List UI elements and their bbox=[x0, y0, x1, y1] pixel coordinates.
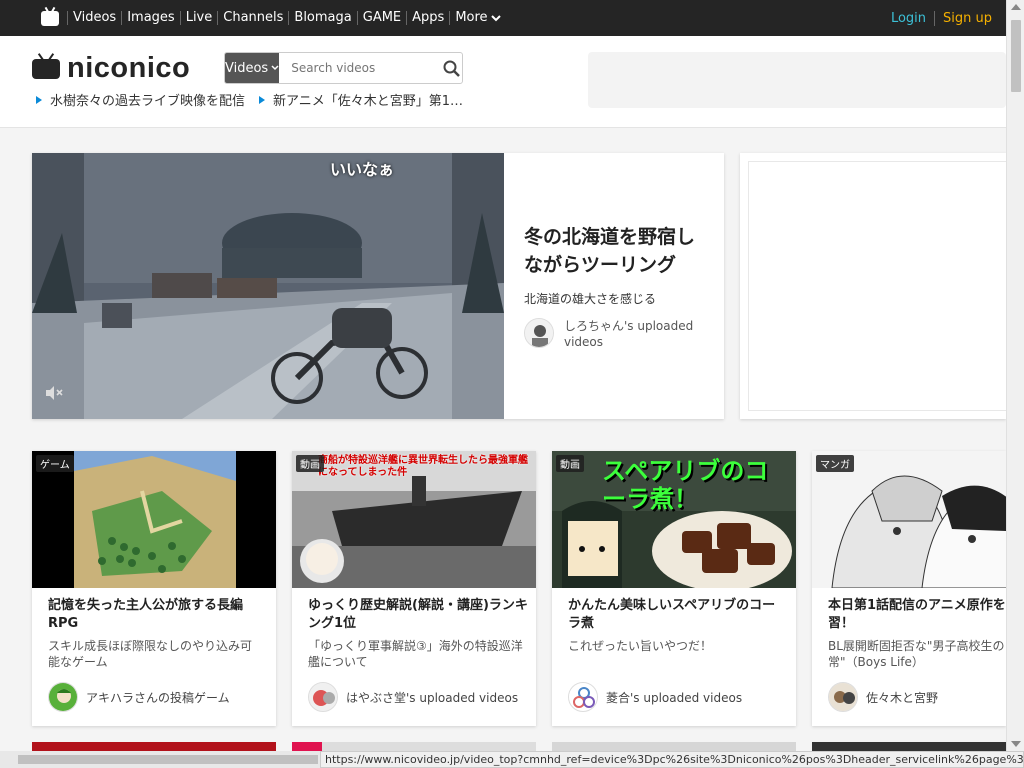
card-uploader[interactable]: 菱合's uploaded videos bbox=[568, 682, 742, 712]
nav-blomaga[interactable]: Blomaga bbox=[288, 11, 356, 25]
category-tag: ゲーム bbox=[36, 455, 74, 472]
card-uploader[interactable]: アキハラさんの投稿ゲーム bbox=[48, 682, 230, 712]
uploader-name: しろちゃん's uploaded videos bbox=[564, 319, 694, 349]
video-card[interactable]: 商船が特設巡洋艦に異世界転生したら最強軍艦になってしまった件 動画 ゆっくり歴史… bbox=[292, 451, 536, 726]
header-ad-area bbox=[588, 52, 1006, 108]
card-description: これぜったい旨いやつだ！ bbox=[568, 639, 713, 653]
avatar bbox=[524, 318, 554, 348]
card-uploader[interactable]: はやぶさ堂's uploaded videos bbox=[308, 682, 518, 712]
status-bar-url: https://www.nicovideo.jp/video_top?cmnhd… bbox=[320, 751, 1024, 768]
news-item[interactable]: 水樹奈々の過去ライブ映像を配信 bbox=[36, 90, 245, 109]
chevron-down-icon bbox=[271, 65, 279, 71]
search-type-select[interactable]: Videos bbox=[225, 53, 280, 83]
news-ticker: 水樹奈々の過去ライブ映像を配信 新アニメ「佐々木と宮野」第1… bbox=[36, 90, 463, 109]
card-thumbnail[interactable]: 商船が特設巡洋艦に異世界転生したら最強軍艦になってしまった件 動画 bbox=[292, 451, 536, 588]
scroll-up-icon[interactable] bbox=[1011, 4, 1021, 10]
account-links: Login Sign up bbox=[891, 10, 992, 26]
chevron-down-icon bbox=[490, 15, 501, 22]
card-thumbnail[interactable]: マンガ bbox=[812, 451, 1006, 588]
thumbnail-caption: スペアリブのコーラ煮！ bbox=[602, 457, 769, 513]
site-header: niconico Videos 水樹奈々の過去ライブ映像を配信 新アニメ「佐々木… bbox=[0, 36, 1006, 128]
triangle-bullet-icon bbox=[259, 95, 266, 104]
card-thumbnail[interactable]: スペアリブのコーラ煮！ 動画 bbox=[552, 451, 796, 588]
card-description: 「ゆっくり軍事解説③」海外の特設巡洋艦について bbox=[308, 639, 523, 669]
triangle-bullet-icon bbox=[36, 95, 42, 104]
winter-road-image bbox=[32, 153, 504, 419]
category-tag: 動画 bbox=[556, 455, 584, 472]
news-text: 水樹奈々の過去ライブ映像を配信 bbox=[50, 94, 246, 109]
news-text: 新アニメ「佐々木と宮野」第1… bbox=[273, 94, 464, 109]
featured-uploader[interactable]: しろちゃん's uploaded videos bbox=[524, 318, 714, 350]
horizontal-scrollbar[interactable] bbox=[0, 751, 320, 768]
nav-channels[interactable]: Channels bbox=[217, 11, 288, 25]
nav-more-label: More bbox=[455, 10, 488, 25]
video-comment-overlay: いいなぁ bbox=[330, 160, 395, 179]
card-title[interactable]: かんたん美味しいスペアリブのコーラ煮 bbox=[568, 597, 788, 633]
card-description: スキル成長ほぼ際限なしのやり込み可能なゲーム bbox=[48, 639, 253, 669]
vertical-scrollbar[interactable] bbox=[1006, 0, 1024, 751]
search-icon bbox=[443, 60, 460, 77]
mute-icon[interactable] bbox=[44, 385, 64, 405]
logo-text: niconico bbox=[67, 52, 191, 84]
search-bar: Videos bbox=[224, 52, 463, 84]
niconico-home-icon[interactable] bbox=[41, 10, 59, 26]
card-title[interactable]: 本日第1話配信のアニメ原作を予習！ bbox=[828, 597, 1006, 633]
uploader-name: 菱合's uploaded videos bbox=[606, 690, 743, 705]
card-thumbnail[interactable]: ゲーム bbox=[32, 451, 276, 588]
video-card[interactable]: ゲーム 記憶を失った主人公が旅する長編RPG スキル成長ほぼ際限なしのやり込み可… bbox=[32, 451, 276, 726]
uploader-name: はやぶさ堂's uploaded videos bbox=[346, 690, 519, 705]
search-button[interactable] bbox=[441, 53, 462, 83]
uploader-name: アキハラさんの投稿ゲーム bbox=[86, 690, 230, 705]
uploader-name: 佐々木と宮野 bbox=[866, 690, 939, 705]
signup-link[interactable]: Sign up bbox=[935, 11, 992, 26]
avatar bbox=[828, 682, 858, 712]
video-card[interactable]: マンガ 本日第1話配信のアニメ原作を予習！ BL展開断固拒否な"男子高校生の日常… bbox=[812, 451, 1006, 726]
avatar bbox=[48, 682, 78, 712]
news-item[interactable]: 新アニメ「佐々木と宮野」第1… bbox=[259, 90, 463, 109]
video-card[interactable]: スペアリブのコーラ煮！ 動画 かんたん美味しいスペアリブのコーラ煮 これぜったい… bbox=[552, 451, 796, 726]
nav-images[interactable]: Images bbox=[121, 11, 180, 25]
nav-game[interactable]: GAME bbox=[356, 11, 406, 25]
featured-video[interactable]: いいなぁ 冬の北海道を野宿しながらツーリング 北海道の雄大さを感じる しろちゃん… bbox=[32, 153, 724, 419]
site-logo[interactable]: niconico bbox=[32, 52, 190, 85]
nav-live[interactable]: Live bbox=[179, 11, 218, 25]
featured-video-player[interactable]: いいなぁ bbox=[32, 153, 504, 419]
category-tag: 動画 bbox=[296, 455, 324, 472]
search-type-label: Videos bbox=[225, 60, 269, 76]
avatar bbox=[308, 682, 338, 712]
scroll-down-icon[interactable] bbox=[1011, 741, 1021, 747]
avatar bbox=[568, 682, 598, 712]
nav-videos[interactable]: Videos bbox=[67, 11, 121, 25]
vertical-scroll-thumb[interactable] bbox=[1011, 20, 1021, 92]
card-title[interactable]: ゆっくり歴史解説(解説・講座)ランキング1位 bbox=[308, 597, 528, 633]
card-uploader[interactable]: 佐々木と宮野 bbox=[828, 682, 938, 712]
card-title[interactable]: 記憶を失った主人公が旅する長編RPG bbox=[48, 597, 268, 633]
side-ad-panel bbox=[740, 153, 1012, 419]
horizontal-scroll-thumb[interactable] bbox=[18, 755, 318, 764]
tv-logo-icon bbox=[32, 58, 60, 79]
thumbnail-caption: 商船が特設巡洋艦に異世界転生したら最強軍艦になってしまった件 bbox=[318, 455, 528, 478]
category-tag: マンガ bbox=[816, 455, 854, 472]
nav-more-menu[interactable]: More bbox=[449, 11, 505, 25]
top-nav-bar: Videos Images Live Channels Blomaga GAME… bbox=[0, 0, 1006, 36]
login-link[interactable]: Login bbox=[891, 10, 936, 26]
nav-apps[interactable]: Apps bbox=[406, 11, 449, 25]
card-description: BL展開断固拒否な"男子高校生の日常"（Boys Life） bbox=[828, 639, 1006, 669]
featured-title[interactable]: 冬の北海道を野宿しながらツーリング bbox=[524, 223, 712, 279]
search-input[interactable] bbox=[279, 53, 442, 83]
featured-subtitle: 北海道の雄大さを感じる bbox=[524, 292, 657, 306]
